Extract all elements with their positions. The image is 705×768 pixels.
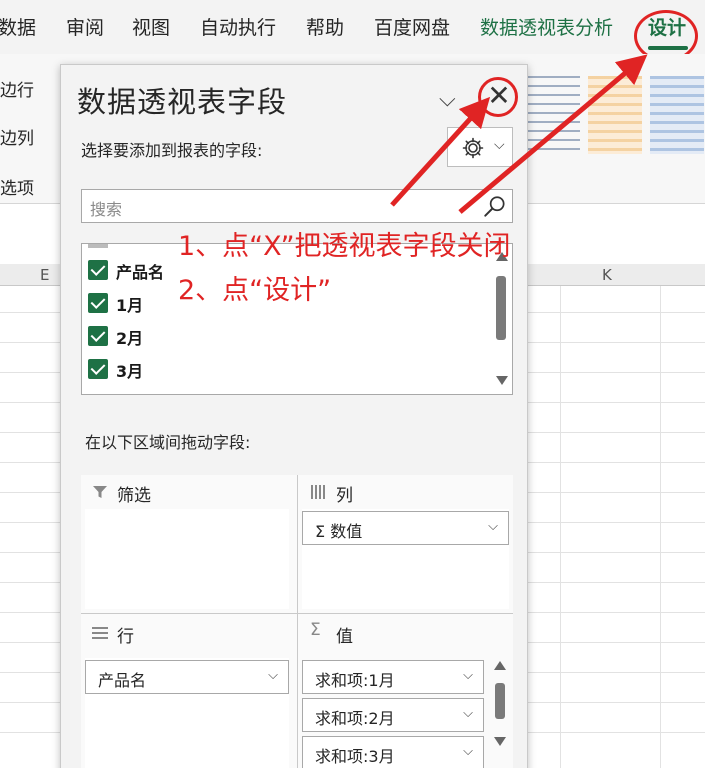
annotation-step-1: 1、点“X”把透视表字段关闭 [178,231,511,262]
excel-window: 数据 审阅 视图 自动执行 帮助 百度网盘 数据透视表分析 设计 边行 边列 选… [0,0,705,768]
annotation-arrows [390,54,648,214]
arrow-to-design-tab [458,54,648,214]
annotation-step-2: 2、点“设计” [178,275,332,306]
arrow-to-close [390,96,491,207]
